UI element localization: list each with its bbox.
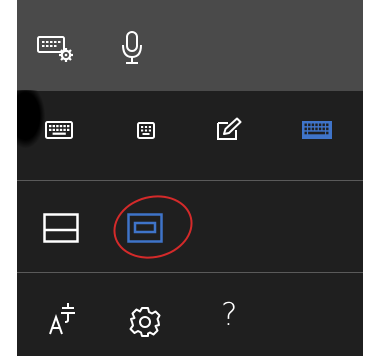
- section-divider: [17, 180, 363, 181]
- small-keyboard-icon[interactable]: [137, 122, 155, 139]
- microphone-icon[interactable]: [121, 30, 143, 66]
- help-icon[interactable]: ?: [221, 300, 237, 331]
- text-language-icon[interactable]: [48, 302, 78, 336]
- keyboard-settings-icon[interactable]: [37, 34, 77, 64]
- default-keyboard-icon[interactable]: [45, 121, 73, 139]
- section-divider: [17, 272, 363, 273]
- full-keyboard-icon[interactable]: [302, 121, 332, 139]
- docked-keyboard-icon[interactable]: [43, 213, 79, 243]
- handwriting-icon[interactable]: [215, 117, 243, 141]
- settings-gear-icon[interactable]: [129, 306, 161, 338]
- touch-keyboard-menu: ?: [17, 0, 363, 356]
- red-circle-annotation: [106, 187, 200, 267]
- menu-top-bar: [17, 0, 363, 91]
- dark-smudge: [17, 90, 45, 148]
